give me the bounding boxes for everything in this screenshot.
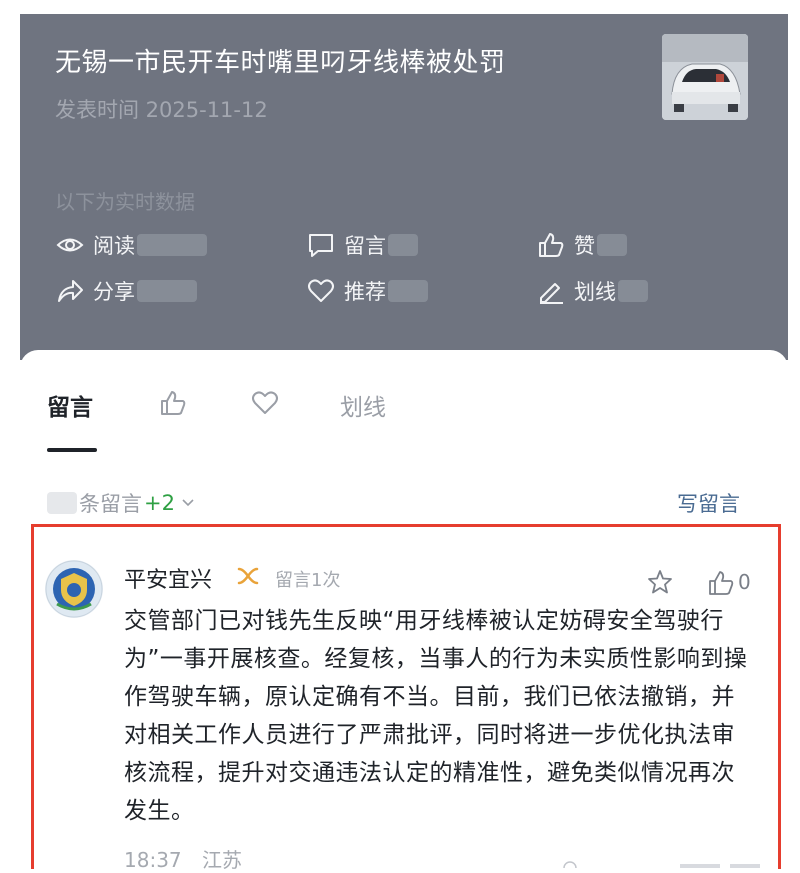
tab-like-icon[interactable] bbox=[158, 388, 188, 418]
comment-like-count: 0 bbox=[738, 570, 751, 594]
comment-count-blurred bbox=[47, 492, 77, 514]
stat-read-value-blurred bbox=[137, 234, 207, 256]
share-icon bbox=[58, 280, 83, 302]
comment-location: 江苏 bbox=[202, 848, 242, 872]
police-emblem-icon bbox=[45, 560, 103, 618]
stat-comment: 留言 bbox=[306, 230, 418, 260]
article-stats-area: 无锡一市民开车时嘴里叼牙线棒被处罚 发表时间 2025-11-12 以下为实时数… bbox=[0, 0, 800, 360]
comment-author-count: 留言1次 bbox=[275, 570, 341, 591]
car-photo-icon bbox=[662, 34, 748, 120]
comment-count-plus: +2 bbox=[144, 491, 175, 515]
stat-recommend: 推荐 bbox=[306, 276, 428, 306]
comment-body: 交管部门已对钱先生反映“用牙线棒被认定妨碍安全驾驶行为”一事开展核查。经复核，当… bbox=[124, 608, 748, 824]
stat-comment-value-blurred bbox=[388, 234, 418, 256]
article-header-panel: 无锡一市民开车时嘴里叼牙线棒被处罚 发表时间 2025-11-12 以下为实时数… bbox=[20, 14, 788, 360]
comment-meta: 18:37 江苏 bbox=[124, 844, 242, 873]
infinity-badge-icon bbox=[237, 567, 259, 585]
comment-count-toggle[interactable]: 条留言 +2 bbox=[47, 488, 195, 518]
stat-read: 阅读 bbox=[55, 230, 207, 260]
stat-underline-label: 划线 bbox=[574, 280, 616, 304]
eye-icon bbox=[56, 238, 84, 252]
avatar[interactable] bbox=[45, 560, 103, 618]
thumbs-up-icon bbox=[539, 233, 564, 257]
pen-icon bbox=[540, 283, 563, 304]
write-comment-button[interactable]: 写留言 bbox=[677, 488, 740, 518]
stat-comment-label: 留言 bbox=[344, 234, 386, 258]
article-thumbnail[interactable] bbox=[662, 34, 748, 120]
realtime-label: 以下为实时数据 bbox=[55, 190, 195, 214]
comment-username[interactable]: 平安宜兴 bbox=[124, 562, 212, 594]
stat-like: 赞 bbox=[536, 230, 627, 260]
comment-icon bbox=[309, 234, 333, 257]
heart-icon bbox=[308, 279, 334, 302]
comment-time: 18:37 bbox=[124, 848, 182, 872]
tab-underline[interactable]: 划线 bbox=[340, 388, 386, 422]
chevron-down-icon bbox=[182, 499, 194, 507]
active-tab-indicator bbox=[47, 448, 97, 452]
star-icon[interactable] bbox=[646, 568, 674, 596]
stat-read-label: 阅读 bbox=[93, 234, 135, 258]
comment-count-suffix: 条留言 bbox=[79, 492, 142, 516]
stat-recommend-value-blurred bbox=[388, 280, 428, 302]
stat-share-label: 分享 bbox=[93, 280, 135, 304]
stat-share: 分享 bbox=[55, 276, 197, 306]
article-title: 无锡一市民开车时嘴里叼牙线棒被处罚 bbox=[55, 48, 506, 78]
stat-underline-value-blurred bbox=[618, 280, 648, 302]
stat-underline: 划线 bbox=[536, 276, 648, 306]
tab-comments[interactable]: 留言 bbox=[47, 388, 93, 422]
stat-like-label: 赞 bbox=[574, 234, 595, 258]
tab-recommend-icon[interactable] bbox=[250, 388, 280, 418]
stat-like-value-blurred bbox=[597, 234, 627, 256]
publish-time: 发表时间 2025-11-12 bbox=[55, 98, 268, 122]
comment-like-icon[interactable] bbox=[706, 568, 736, 598]
stat-recommend-label: 推荐 bbox=[344, 280, 386, 304]
stat-share-value-blurred bbox=[137, 280, 197, 302]
